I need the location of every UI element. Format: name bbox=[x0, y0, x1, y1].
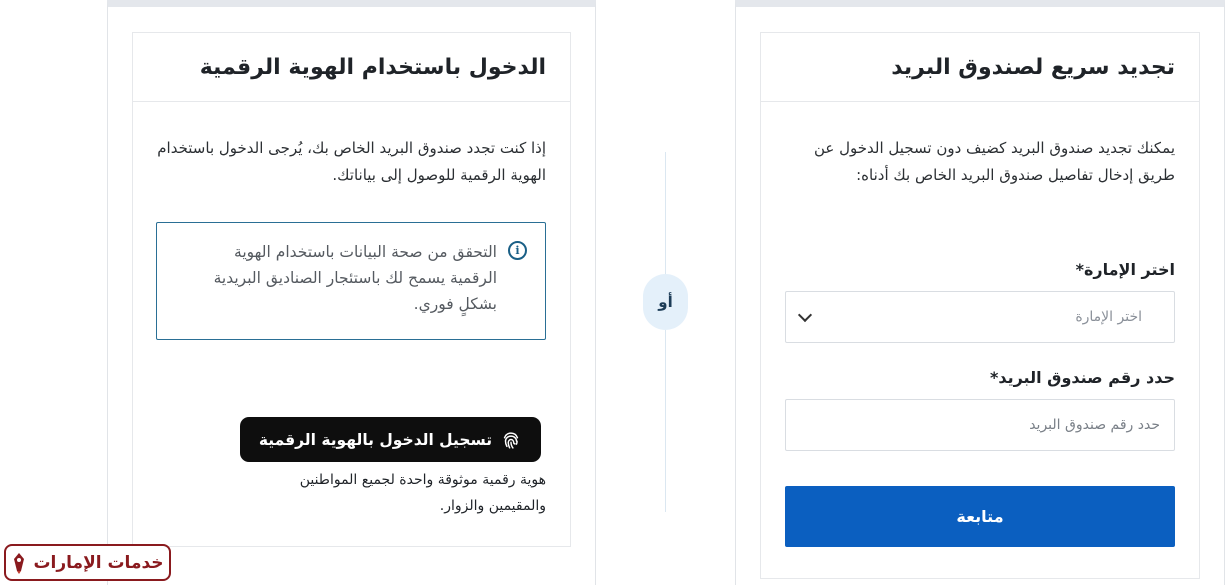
pobox-input[interactable] bbox=[785, 399, 1175, 451]
info-box: i التحقق من صحة البيانات باستخدام الهوية… bbox=[156, 222, 546, 340]
emirate-select[interactable]: اختر الإمارة bbox=[785, 291, 1175, 343]
renewal-card-header: تجديد سريع لصندوق البريد bbox=[761, 33, 1199, 102]
uaepass-login-button[interactable]: تسجيل الدخول بالهوية الرقمية bbox=[240, 417, 541, 462]
pobox-label: حدد رقم صندوق البريد* bbox=[989, 368, 1175, 387]
continue-button[interactable]: متابعة bbox=[785, 486, 1175, 547]
watermark-text: خدمات الإمارات bbox=[33, 552, 164, 573]
uaepass-login-card: الدخول باستخدام الهوية الرقمية إذا كنت ت… bbox=[132, 32, 571, 547]
emirate-select-placeholder: اختر الإمارة bbox=[1075, 309, 1142, 325]
or-separator: أو bbox=[643, 274, 688, 330]
emirate-label: اختر الإمارة* bbox=[1075, 260, 1175, 279]
renewal-card-title: تجديد سريع لصندوق البريد bbox=[891, 54, 1175, 80]
uaepass-description: إذا كنت تجدد صندوق البريد الخاص بك، يُرج… bbox=[157, 139, 546, 184]
uaepass-card-title: الدخول باستخدام الهوية الرقمية bbox=[199, 54, 546, 80]
quick-renewal-card: تجديد سريع لصندوق البريد يمكنك تجديد صند… bbox=[760, 32, 1200, 579]
uaepass-note: هوية رقمية موثوقة واحدة لجميع المواطنين … bbox=[299, 472, 546, 514]
uaepass-login-label: تسجيل الدخول بالهوية الرقمية bbox=[258, 430, 493, 449]
renewal-description: يمكنك تجديد صندوق البريد كضيف دون تسجيل … bbox=[814, 139, 1175, 184]
info-text: التحقق من صحة البيانات باستخدام الهوية ا… bbox=[213, 243, 497, 313]
watermark-logo: خدمات الإمارات bbox=[4, 544, 171, 581]
logo-pen-icon bbox=[14, 552, 25, 574]
fingerprint-icon bbox=[503, 431, 519, 449]
chevron-down-icon bbox=[797, 307, 813, 322]
uaepass-card-header: الدخول باستخدام الهوية الرقمية bbox=[133, 33, 570, 102]
vertical-divider bbox=[665, 152, 666, 512]
info-icon: i bbox=[508, 241, 527, 260]
